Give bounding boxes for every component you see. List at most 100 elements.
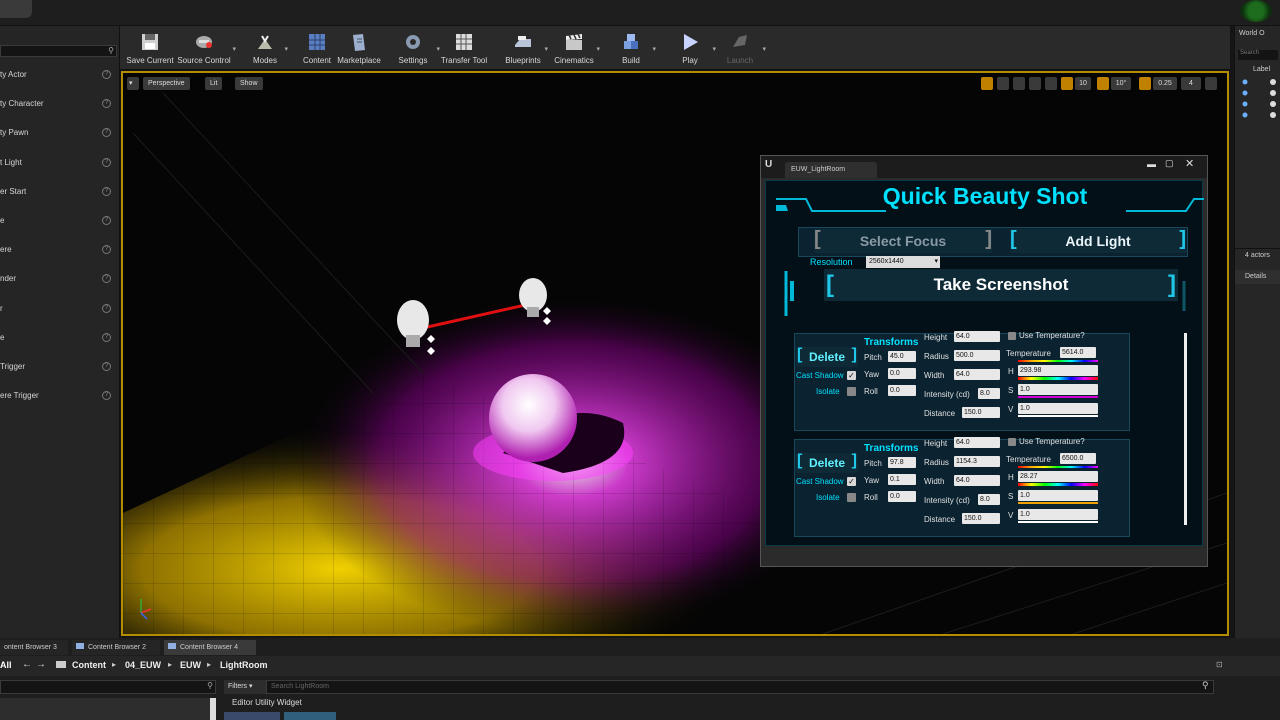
scale-snap-value[interactable]: 0.25 — [1153, 77, 1177, 90]
help-icon[interactable]: ? — [102, 216, 111, 225]
grid-snap-value[interactable]: 10 — [1075, 77, 1091, 90]
roll-field[interactable]: 0.0 — [888, 491, 916, 502]
rotate-icon[interactable] — [997, 77, 1009, 90]
hue-field[interactable]: 293.98 — [1018, 365, 1098, 376]
level-tab[interactable] — [0, 0, 32, 18]
isolate-checkbox[interactable] — [847, 387, 856, 396]
details-tab[interactable]: Details — [1235, 270, 1280, 284]
perspective-button[interactable]: Perspective — [143, 77, 190, 90]
asset-category-editor-utility-widget[interactable]: Editor Utility Widget — [224, 696, 524, 710]
help-icon[interactable]: ? — [102, 186, 111, 196]
launch-button[interactable]: Launch ▾ — [716, 29, 766, 69]
scale-icon[interactable] — [1013, 77, 1025, 90]
place-actor-item[interactable]: ty Actor? — [0, 62, 118, 88]
width-field[interactable]: 64.0 — [954, 475, 1000, 486]
yaw-field[interactable]: 0.1 — [888, 474, 916, 485]
rotation-snap-icon[interactable] — [1097, 77, 1109, 90]
lock-icon[interactable]: ⊡ — [1216, 660, 1223, 669]
sphere-mesh[interactable] — [489, 374, 577, 462]
select-focus-button[interactable]: [ Select Focus ] — [814, 228, 992, 253]
help-icon[interactable]: ? — [102, 157, 111, 167]
use-temperature-checkbox[interactable] — [1008, 332, 1016, 340]
place-actor-item[interactable]: e? — [0, 208, 118, 234]
width-field[interactable]: 64.0 — [954, 369, 1000, 380]
help-icon[interactable]: ? — [102, 99, 111, 109]
value-field[interactable]: 1.0 — [1018, 403, 1098, 414]
transfer-tool-button[interactable]: Transfer Tool — [438, 29, 490, 69]
play-button[interactable]: Play ▾ — [666, 29, 716, 69]
place-actor-item[interactable]: ty Pawn? — [0, 120, 118, 146]
pitch-field[interactable]: 97.8 — [888, 457, 916, 468]
sources-scrollbar[interactable] — [210, 698, 216, 720]
add-light-button[interactable]: [ Add Light ] — [1010, 228, 1186, 253]
hue-field[interactable]: 28.27 — [1018, 471, 1098, 482]
maximize-viewport-icon[interactable] — [1205, 77, 1217, 90]
rotation-snap-value[interactable]: 10° — [1111, 77, 1131, 90]
intensity-field[interactable]: 8.0 — [978, 494, 1000, 505]
temperature-field[interactable]: 6500.0 — [1060, 453, 1096, 464]
radius-field[interactable]: 1154.3 — [954, 456, 1000, 467]
point-light-2[interactable] — [519, 278, 547, 312]
tab-content-browser-4[interactable]: Content Browser 4 — [164, 640, 256, 655]
value-field[interactable]: 1.0 — [1018, 509, 1098, 520]
isolate-checkbox[interactable] — [847, 493, 856, 502]
use-temperature-checkbox[interactable] — [1008, 438, 1016, 446]
place-actor-item[interactable]: ere Trigger? — [0, 383, 118, 409]
path-04-euw[interactable]: 04_EUW — [125, 660, 161, 670]
path-content[interactable]: Content — [72, 660, 106, 670]
sources-search[interactable]: ⚲ — [0, 680, 216, 694]
height-field[interactable]: 64.0 — [954, 331, 1000, 342]
place-actor-item[interactable]: r? — [0, 296, 118, 322]
point-light-1[interactable] — [397, 300, 429, 340]
asset-thumbnail[interactable] — [224, 712, 280, 720]
asset-search-input[interactable]: Search LightRoom — [266, 680, 1214, 694]
marketplace-button[interactable]: Marketplace — [334, 29, 384, 69]
place-actor-item[interactable]: ere? — [0, 237, 118, 263]
build-button[interactable]: Build ▾ — [608, 29, 656, 69]
help-icon[interactable]: ? — [102, 274, 111, 284]
place-actor-item[interactable]: nder? — [0, 266, 118, 292]
source-control-button[interactable]: Source Control ▾ — [174, 29, 236, 69]
cast-shadow-checkbox[interactable]: ✓ — [847, 371, 856, 380]
close-icon[interactable]: ✕ — [1185, 157, 1194, 170]
help-icon[interactable]: ? — [102, 303, 111, 313]
tab-content-browser-2[interactable]: Content Browser 2 — [72, 640, 160, 655]
globe-icon[interactable] — [1029, 77, 1041, 90]
pitch-field[interactable]: 45.0 — [888, 351, 916, 362]
place-actor-item[interactable]: ty Character? — [0, 91, 118, 117]
distance-field[interactable]: 150.0 — [962, 407, 1000, 418]
camera-speed-value[interactable]: 4 — [1181, 77, 1201, 90]
tab-euw-lightroom[interactable]: EUW_LightRoom — [785, 162, 877, 178]
help-icon[interactable]: ? — [102, 332, 111, 342]
viewport-options-button[interactable]: ▾ — [127, 77, 139, 90]
asset-thumbnail[interactable] — [284, 712, 336, 720]
distance-field[interactable]: 150.0 — [962, 513, 1000, 524]
yaw-field[interactable]: 0.0 — [888, 368, 916, 379]
help-icon[interactable]: ? — [102, 245, 111, 255]
lit-button[interactable]: Lit — [205, 77, 223, 90]
tab-content-browser-3[interactable]: ontent Browser 3 — [0, 640, 68, 655]
place-actor-item[interactable]: t Light? — [0, 150, 118, 176]
settings-button[interactable]: Settings ▾ — [388, 29, 440, 69]
grid-snap-icon[interactable] — [1061, 77, 1073, 90]
place-actors-search[interactable]: ⚲ — [0, 45, 117, 57]
help-icon[interactable]: ? — [102, 362, 111, 371]
filters-button[interactable]: Filters ▾ — [224, 680, 266, 694]
height-field[interactable]: 64.0 — [954, 437, 1000, 448]
outliner-search[interactable]: Search — [1238, 50, 1278, 60]
blueprints-button[interactable]: Blueprints ▾ — [500, 29, 548, 69]
help-icon[interactable]: ? — [102, 391, 111, 401]
source-control-status-icon[interactable] — [1240, 0, 1272, 22]
surface-snap-icon[interactable] — [1045, 77, 1057, 90]
path-euw[interactable]: EUW — [180, 660, 201, 670]
scale-snap-icon[interactable] — [1139, 77, 1151, 90]
help-icon[interactable]: ? — [102, 70, 111, 79]
modes-button[interactable]: Modes ▾ — [244, 29, 288, 69]
cinematics-button[interactable]: Cinematics ▾ — [550, 29, 600, 69]
roll-field[interactable]: 0.0 — [888, 385, 916, 396]
saturation-field[interactable]: 1.0 — [1018, 384, 1098, 395]
help-icon[interactable]: ? — [102, 128, 111, 138]
saturation-field[interactable]: 1.0 — [1018, 490, 1098, 501]
place-actor-item[interactable]: er Start? — [0, 179, 118, 205]
forward-arrow-icon[interactable]: → — [36, 659, 46, 670]
